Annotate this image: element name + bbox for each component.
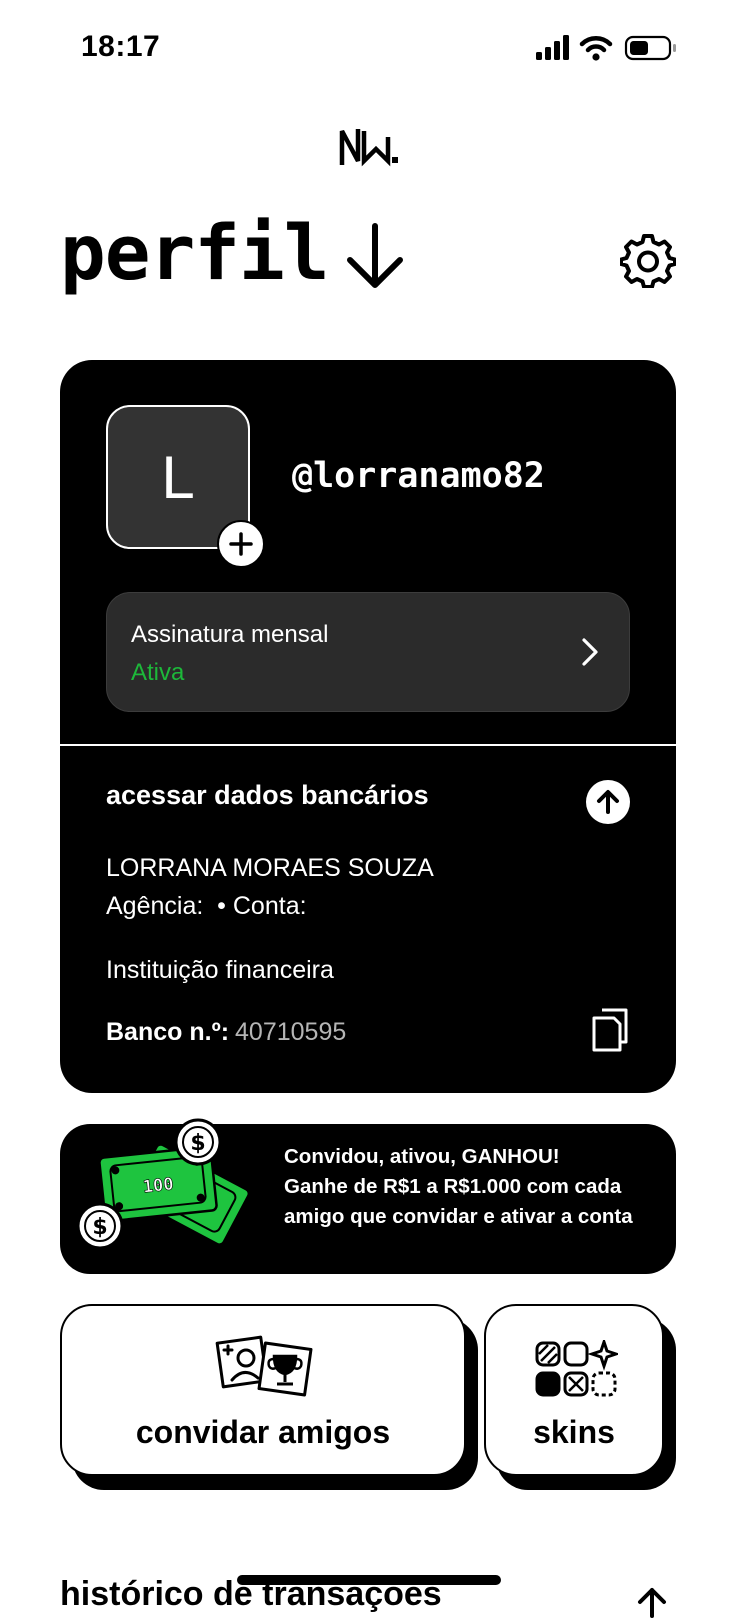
dollar-coin-icon: $ — [76, 1202, 124, 1250]
promo-description: Ganhe de R$1 a R$1.000 com cada amigo qu… — [284, 1175, 633, 1228]
invite-friends-icon — [215, 1335, 313, 1397]
account-holder-name: LORRANA MORAES SOUZA — [106, 854, 434, 882]
svg-text:$: $ — [92, 1215, 107, 1240]
bill-value: 100 — [142, 1174, 175, 1197]
plus-icon — [229, 532, 253, 556]
skins-button[interactable]: skins — [484, 1304, 664, 1476]
avatar-initial: L — [161, 443, 195, 511]
money-illustration: 100 100 $ $ — [76, 1118, 251, 1250]
referral-promo-banner[interactable]: 100 100 $ $ Convidou, ativou, GANHOU! Ga… — [60, 1118, 676, 1274]
arrow-up-icon — [597, 790, 619, 814]
bank-number-value: 40710595 — [235, 1018, 347, 1046]
arrow-up-icon[interactable] — [630, 1580, 674, 1624]
subscription-title: Assinatura mensal — [131, 621, 329, 648]
username: @lorranamo82 — [292, 456, 545, 496]
wifi-icon — [579, 36, 613, 61]
chevron-right-icon — [582, 638, 598, 666]
invite-friends-label: convidar amigos — [135, 1414, 391, 1450]
status-bar: 18:17 — [0, 0, 739, 100]
page-title: perfil — [60, 208, 330, 297]
ng-logo-icon — [339, 129, 398, 167]
bank-number-label: Banco n.º: — [106, 1018, 230, 1046]
gear-icon[interactable] — [620, 232, 676, 288]
profile-card: L @lorranamo82 Assinatura mensal Ativa a… — [60, 360, 676, 1093]
bank-data-heading[interactable]: acessar dados bancários — [106, 780, 429, 811]
bank-number-row: Banco n.º: 40710595 — [106, 1018, 346, 1047]
dollar-coin-icon: $ — [174, 1118, 222, 1166]
arrow-down-icon — [347, 223, 403, 288]
invite-friends-button[interactable]: convidar amigos — [60, 1304, 466, 1476]
status-time: 18:17 — [81, 30, 161, 63]
subscription-status: Ativa — [131, 659, 185, 686]
bank-data-toggle-button[interactable] — [586, 780, 630, 824]
home-indicator — [237, 1575, 501, 1585]
promo-text: Convidou, ativou, GANHOU! Ganhe de R$1 a… — [284, 1142, 656, 1232]
copy-icon[interactable] — [590, 1006, 630, 1054]
add-photo-button[interactable] — [217, 520, 265, 568]
battery-icon — [624, 35, 676, 61]
subscription-row[interactable]: Assinatura mensal Ativa — [106, 592, 630, 712]
agency-account-line: Agência: • Conta: — [106, 892, 307, 920]
skins-label: skins — [533, 1414, 615, 1450]
card-divider — [60, 744, 676, 746]
skins-icon — [535, 1340, 618, 1397]
promo-headline: Convidou, ativou, GANHOU! — [284, 1145, 560, 1168]
svg-text:$: $ — [190, 1131, 205, 1156]
financial-institution: Instituição financeira — [106, 956, 334, 984]
signal-icon — [536, 35, 569, 60]
status-icons — [536, 35, 676, 61]
